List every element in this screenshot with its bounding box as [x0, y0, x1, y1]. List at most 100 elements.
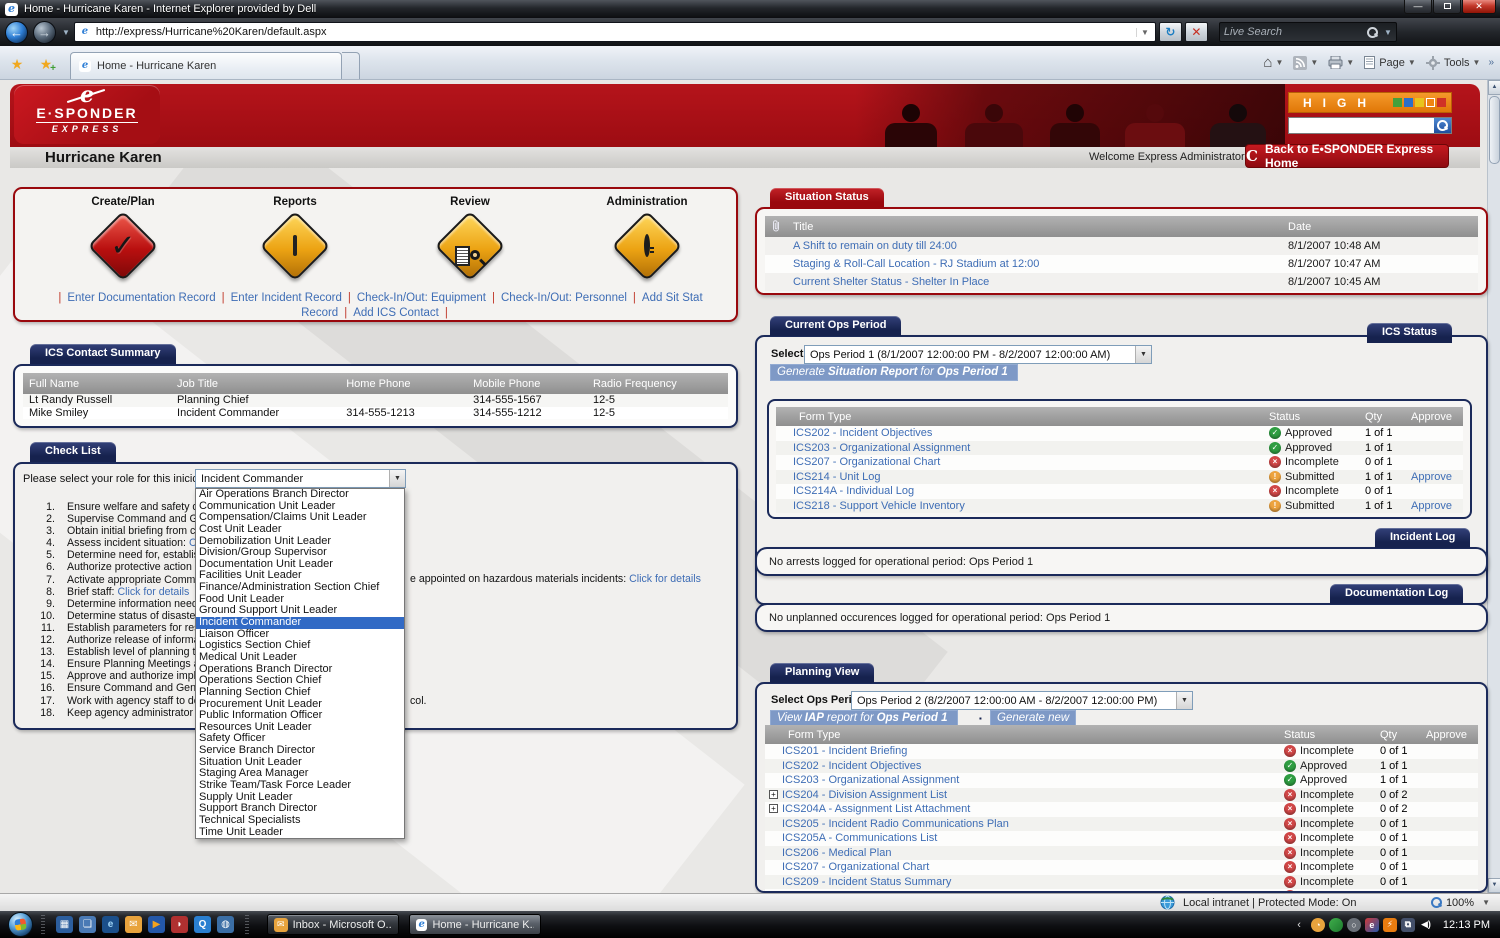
role-option[interactable]: Support Branch Director	[196, 803, 404, 815]
form-link[interactable]: ICS207 - Organizational Chart	[782, 861, 1284, 873]
home-button[interactable]: ⌂▼	[1263, 54, 1283, 71]
role-option[interactable]: Planning Section Chief	[196, 687, 404, 699]
tray-volume-icon[interactable]: ◀)	[1419, 918, 1433, 932]
page-menu[interactable]: Page▼	[1364, 56, 1416, 69]
administration-diamond-icon[interactable]	[612, 211, 683, 282]
tray-sync-icon[interactable]: ○	[1347, 918, 1361, 932]
action-link[interactable]: Check-In/Out: Personnel	[501, 292, 627, 304]
role-option[interactable]: Documentation Unit Leader	[196, 559, 404, 571]
form-link[interactable]: ICS201 - Incident Briefing	[782, 745, 1284, 757]
approve-link[interactable]: Approve	[1411, 500, 1463, 512]
close-button[interactable]: ✕	[1462, 0, 1496, 14]
print-button[interactable]: ▼	[1328, 56, 1354, 69]
role-option[interactable]: Liaison Officer	[196, 629, 404, 641]
form-link[interactable]: ICS211 - Incident Check-In List	[782, 890, 1284, 893]
tab-ics-contact-summary[interactable]: ICS Contact Summary	[30, 344, 176, 364]
role-option[interactable]: Compensation/Claims Unit Leader	[196, 512, 404, 524]
history-dropdown-icon[interactable]: ▼	[62, 28, 70, 37]
tray-expand-icon[interactable]: ‹	[1297, 919, 1301, 931]
action-link[interactable]: Check-In/Out: Equipment	[357, 292, 486, 304]
tab-current-ops-period[interactable]: Current Ops Period	[770, 316, 901, 336]
taskbar-item-inbox[interactable]: ✉ Inbox - Microsoft O...	[267, 914, 399, 935]
role-option[interactable]: Air Operations Branch Director	[196, 489, 404, 501]
form-link[interactable]: ICS203 - Organizational Assignment	[793, 442, 1269, 454]
more-commands-icon[interactable]: »	[1488, 57, 1494, 68]
globe-app-icon[interactable]: ◍	[217, 916, 234, 933]
situation-link[interactable]: Current Shelter Status - Shelter In Plac…	[787, 276, 1282, 288]
form-link[interactable]: ICS214A - Individual Log	[793, 485, 1269, 497]
tools-menu[interactable]: Tools▼	[1426, 56, 1481, 70]
internet-explorer-icon[interactable]: e	[102, 916, 119, 933]
action-link[interactable]: Enter Incident Record	[231, 292, 342, 304]
back-button[interactable]: ←	[5, 21, 28, 44]
feeds-button[interactable]: ▼	[1293, 56, 1318, 70]
outlook-icon[interactable]: ✉	[125, 916, 142, 933]
tray-messenger-icon[interactable]	[1329, 918, 1343, 932]
role-option[interactable]: Finance/Administration Section Chief	[196, 582, 404, 594]
role-option[interactable]: Demobilization Unit Leader	[196, 536, 404, 548]
taskbar-item-home-hurricane[interactable]: e Home - Hurricane K...	[409, 914, 541, 935]
role-option[interactable]: Medical Unit Leader	[196, 652, 404, 664]
scrollbar-thumb[interactable]	[1489, 96, 1500, 164]
tab-planning-view[interactable]: Planning View	[770, 663, 874, 683]
welcome-menu[interactable]: Welcome Express Administrator▼	[1089, 151, 1259, 163]
tab-ics-status[interactable]: ICS Status	[1367, 323, 1452, 343]
forward-button[interactable]: →	[33, 21, 56, 44]
planning-ops-period-select[interactable]: Ops Period 2 (8/2/2007 12:00:00 AM - 8/2…	[851, 691, 1193, 710]
search-app-icon[interactable]: Q	[194, 916, 211, 933]
form-link[interactable]: ICS218 - Support Vehicle Inventory	[793, 500, 1269, 512]
tab-incident-log[interactable]: Incident Log	[1375, 528, 1470, 548]
action-link[interactable]: Add ICS Contact	[353, 307, 439, 319]
media-player-icon[interactable]: ▶	[148, 916, 165, 933]
role-option[interactable]: Incident Commander	[196, 617, 404, 629]
search-icon[interactable]	[1367, 27, 1378, 38]
role-option[interactable]: Staging Area Manager	[196, 768, 404, 780]
banner-search[interactable]	[1288, 117, 1452, 134]
details-link[interactable]: Click for details	[629, 573, 701, 585]
form-link[interactable]: ICS209 - Incident Status Summary	[782, 876, 1284, 888]
form-link[interactable]: ICS214 - Unit Log	[793, 471, 1269, 483]
switch-windows-icon[interactable]: ❏	[79, 916, 96, 933]
banner-search-input[interactable]	[1289, 118, 1434, 133]
tray-network-icon[interactable]: ⧉	[1401, 918, 1415, 932]
address-dropdown-icon[interactable]: ▼	[1136, 28, 1153, 37]
role-option[interactable]: Logistics Section Chief	[196, 640, 404, 652]
form-link[interactable]: ICS204A - Assignment List Attachment	[782, 803, 1284, 815]
generate-situation-report-button[interactable]: Generate Situation Report for Ops Period…	[770, 364, 1018, 381]
chevron-down-icon[interactable]: ▼	[1176, 692, 1192, 709]
form-link[interactable]: ICS202 - Incident Objectives	[782, 760, 1284, 772]
start-button[interactable]	[8, 912, 33, 937]
address-bar[interactable]: e http://express/Hurricane%20Karen/defau…	[74, 22, 1156, 42]
tray-security-icon[interactable]: e	[1365, 918, 1379, 932]
review-diamond-icon[interactable]	[435, 211, 506, 282]
approve-link[interactable]: Approve	[1411, 471, 1463, 483]
form-link[interactable]: ICS207 - Organizational Chart	[793, 456, 1269, 468]
ops-period-select[interactable]: Ops Period 1 (8/1/2007 12:00:00 PM - 8/2…	[804, 345, 1152, 364]
role-dropdown-list[interactable]: Air Operations Branch DirectorCommunicat…	[195, 488, 405, 839]
show-desktop-icon[interactable]: ▦	[56, 916, 73, 933]
back-to-express-home-button[interactable]: C Back to E•SPONDER Express Home	[1245, 144, 1449, 168]
new-tab-stub[interactable]	[342, 52, 360, 79]
create-plan-diamond-icon[interactable]: ✓	[88, 211, 159, 282]
stop-button[interactable]: ✕	[1185, 22, 1208, 42]
form-link[interactable]: ICS204 - Division Assignment List	[782, 789, 1284, 801]
role-option[interactable]: Ground Support Unit Leader	[196, 605, 404, 617]
url-text[interactable]: http://express/Hurricane%20Karen/default…	[96, 26, 1136, 38]
role-option[interactable]: Technical Specialists	[196, 815, 404, 827]
chevron-down-icon[interactable]: ▼	[1482, 898, 1490, 907]
role-option[interactable]: Service Branch Director	[196, 745, 404, 757]
role-option[interactable]: Resources Unit Leader	[196, 722, 404, 734]
role-option[interactable]: Division/Group Supervisor	[196, 547, 404, 559]
role-option[interactable]: Operations Branch Director	[196, 664, 404, 676]
role-option[interactable]: Time Unit Leader	[196, 827, 404, 839]
search-options-icon[interactable]: ▼	[1384, 28, 1392, 37]
reports-diamond-icon[interactable]	[260, 211, 331, 282]
situation-link[interactable]: Staging & Roll-Call Location - RJ Stadiu…	[787, 258, 1282, 270]
scroll-up-button[interactable]: ▲	[1488, 80, 1500, 95]
role-option[interactable]: Safety Officer	[196, 733, 404, 745]
expand-button[interactable]: +	[765, 788, 782, 802]
maximize-button[interactable]	[1433, 0, 1461, 14]
refresh-button[interactable]: ↻	[1159, 22, 1182, 42]
favorites-star-icon[interactable]: ★	[5, 51, 29, 75]
banner-search-button[interactable]	[1434, 118, 1451, 133]
